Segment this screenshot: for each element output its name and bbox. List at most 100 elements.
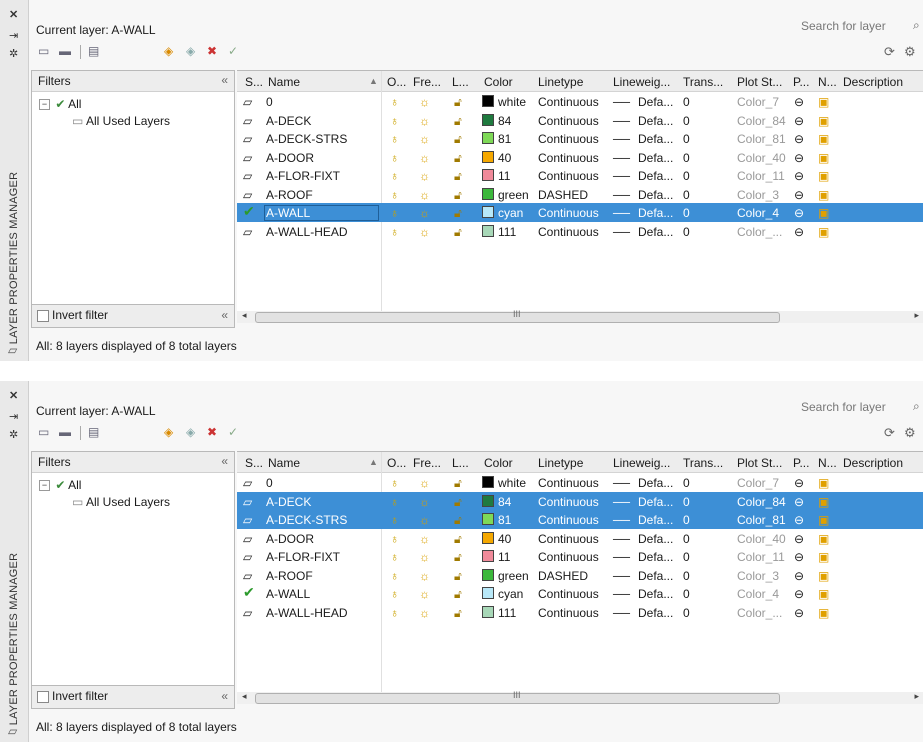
lineweight-cell[interactable]: Defa...: [638, 169, 673, 183]
lineweight-cell[interactable]: Defa...: [638, 476, 673, 490]
layer-name[interactable]: A-WALL: [264, 205, 379, 221]
column-header[interactable]: Trans...: [683, 456, 723, 470]
bulb-icon[interactable]: ♁: [390, 132, 399, 146]
palette-titlebar[interactable]: ✕ ⇥ ✲ LAYER PROPERTIES MANAGER ▱: [0, 0, 29, 361]
layer-row[interactable]: ▱ A-DOOR ♁ ☼ 🔓︎ 40 Continuous ── Defa... 0 Color_4…: [237, 148, 923, 167]
lock-icon[interactable]: 🔓︎: [454, 169, 462, 184]
linetype-cell[interactable]: Continuous: [538, 95, 599, 109]
sun-icon[interactable]: ☼: [419, 114, 430, 128]
plot-style-cell[interactable]: Color_81: [737, 513, 786, 527]
lineweight-cell[interactable]: Defa...: [638, 550, 673, 564]
printer-icon[interactable]: ⊖: [794, 114, 804, 128]
lock-icon[interactable]: 🔓︎: [454, 587, 462, 602]
scroll-left-icon[interactable]: ◂: [242, 691, 247, 702]
color-cell[interactable]: 40: [482, 150, 511, 165]
color-cell[interactable]: 111: [482, 605, 516, 620]
invert-filter-checkbox[interactable]: [37, 691, 49, 703]
collapse-tree-icon[interactable]: −: [39, 480, 50, 492]
column-header[interactable]: Name: [268, 456, 300, 470]
transparency-cell[interactable]: 0: [683, 132, 690, 146]
bulb-icon[interactable]: ♁: [390, 569, 399, 583]
search-input[interactable]: Search for layer: [801, 19, 886, 33]
search-icon[interactable]: ⌕: [913, 399, 920, 414]
lineweight-cell[interactable]: Defa...: [638, 532, 673, 546]
bulb-icon[interactable]: ♁: [390, 606, 399, 620]
layer-name[interactable]: A-FLOR-FIXT: [265, 550, 378, 564]
sun-icon[interactable]: ☼: [419, 132, 430, 146]
plot-style-cell[interactable]: Color_7: [737, 476, 779, 490]
filter-tree-all[interactable]: − ✔ All: [39, 478, 81, 492]
layer-row[interactable]: ▱ 0 ♁ ☼ 🔓︎ white Continuous ── Defa... 0 Color_7 ⊖ ▣: [237, 92, 923, 111]
layer-name[interactable]: A-DECK: [265, 495, 378, 509]
column-header[interactable]: Fre...: [413, 456, 441, 470]
layer-row[interactable]: ▱ A-FLOR-FIXT ♁ ☼ 🔓︎ 11 Continuous ── Defa... 0 Co…: [237, 547, 923, 566]
delete-layer-icon[interactable]: ✖: [207, 44, 217, 58]
transparency-cell[interactable]: 0: [683, 151, 690, 165]
new-group-filter-icon[interactable]: ▬: [59, 44, 71, 58]
transparency-cell[interactable]: 0: [683, 169, 690, 183]
horizontal-scrollbar[interactable]: ◂ III ▸: [237, 690, 923, 704]
lineweight-cell[interactable]: Defa...: [638, 225, 673, 239]
expand-icon[interactable]: «: [221, 689, 228, 703]
linetype-cell[interactable]: Continuous: [538, 476, 599, 490]
lineweight-cell[interactable]: Defa...: [638, 206, 673, 220]
new-vp-freeze-icon[interactable]: ▣: [818, 569, 829, 583]
bulb-icon[interactable]: ♁: [390, 95, 399, 109]
new-vp-freeze-icon[interactable]: ▣: [818, 606, 829, 620]
linetype-cell[interactable]: Continuous: [538, 206, 599, 220]
plot-style-cell[interactable]: Color_4: [737, 206, 779, 220]
column-header[interactable]: S...: [245, 75, 263, 89]
sun-icon[interactable]: ☼: [419, 476, 430, 490]
layer-row[interactable]: ▱ A-DOOR ♁ ☼ 🔓︎ 40 Continuous ── Defa... 0 Color_4…: [237, 529, 923, 548]
lock-icon[interactable]: 🔓︎: [454, 132, 462, 147]
column-header[interactable]: L...: [452, 75, 469, 89]
bulb-icon[interactable]: ♁: [390, 114, 399, 128]
search-input[interactable]: Search for layer: [801, 400, 886, 414]
layer-row[interactable]: ▱ A-DECK-STRS ♁ ☼ 🔓︎ 81 Continuous ── Defa... 0 Co…: [237, 129, 923, 148]
layer-row[interactable]: ▱ A-FLOR-FIXT ♁ ☼ 🔓︎ 11 Continuous ── Defa... 0 Co…: [237, 166, 923, 185]
column-header[interactable]: Lineweig...: [613, 456, 670, 470]
printer-icon[interactable]: ⊖: [794, 95, 804, 109]
transparency-cell[interactable]: 0: [683, 476, 690, 490]
bulb-icon[interactable]: ♁: [390, 188, 399, 202]
layer-row[interactable]: ▱ A-WALL-HEAD ♁ ☼ 🔓︎ 111 Continuous ── Defa... 0 C…: [237, 222, 923, 241]
new-group-filter-icon[interactable]: ▬: [59, 425, 71, 439]
new-vp-freeze-icon[interactable]: ▣: [818, 132, 829, 146]
sun-icon[interactable]: ☼: [419, 206, 430, 220]
new-vp-freeze-icon[interactable]: ▣: [818, 587, 829, 601]
scroll-right-icon[interactable]: ▸: [914, 310, 919, 321]
transparency-cell[interactable]: 0: [683, 95, 690, 109]
new-vp-freeze-icon[interactable]: ▣: [818, 225, 829, 239]
linetype-cell[interactable]: Continuous: [538, 225, 599, 239]
column-header[interactable]: N...: [818, 75, 837, 89]
bulb-icon[interactable]: ♁: [390, 587, 399, 601]
color-cell[interactable]: 84: [482, 113, 511, 128]
layer-row[interactable]: ▱ A-DECK-STRS ♁ ☼ 🔓︎ 81 Continuous ── Defa... 0 Co…: [237, 510, 923, 529]
column-header[interactable]: Description: [843, 456, 903, 470]
printer-icon[interactable]: ⊖: [794, 476, 804, 490]
lineweight-cell[interactable]: Defa...: [638, 495, 673, 509]
settings-gear-icon[interactable]: ⚙: [904, 425, 916, 441]
printer-icon[interactable]: ⊖: [794, 569, 804, 583]
column-header[interactable]: S...: [245, 456, 263, 470]
lock-icon[interactable]: 🔓︎: [454, 476, 462, 491]
linetype-cell[interactable]: Continuous: [538, 513, 599, 527]
layer-row[interactable]: ▱ A-ROOF ♁ ☼ 🔓︎ green DASHED ── Defa... 0 Color_3 ⊖…: [237, 566, 923, 585]
lock-icon[interactable]: 🔓︎: [454, 606, 462, 621]
new-vp-freeze-icon[interactable]: ▣: [818, 114, 829, 128]
column-header[interactable]: N...: [818, 456, 837, 470]
horizontal-scrollbar[interactable]: ◂ III ▸: [237, 309, 923, 323]
refresh-icon[interactable]: ⟳: [884, 425, 895, 441]
transparency-cell[interactable]: 0: [683, 606, 690, 620]
filter-tree-used[interactable]: ▭ All Used Layers: [72, 114, 170, 128]
color-cell[interactable]: 40: [482, 531, 511, 546]
transparency-cell[interactable]: 0: [683, 188, 690, 202]
bulb-icon[interactable]: ♁: [390, 169, 399, 183]
column-header[interactable]: Trans...: [683, 75, 723, 89]
plot-style-cell[interactable]: Color_...: [737, 606, 782, 620]
sun-icon[interactable]: ☼: [419, 569, 430, 583]
lineweight-cell[interactable]: Defa...: [638, 569, 673, 583]
dock-icon[interactable]: ⇥: [9, 29, 18, 42]
column-header[interactable]: Color: [484, 456, 513, 470]
lock-icon[interactable]: 🔓︎: [454, 151, 462, 166]
